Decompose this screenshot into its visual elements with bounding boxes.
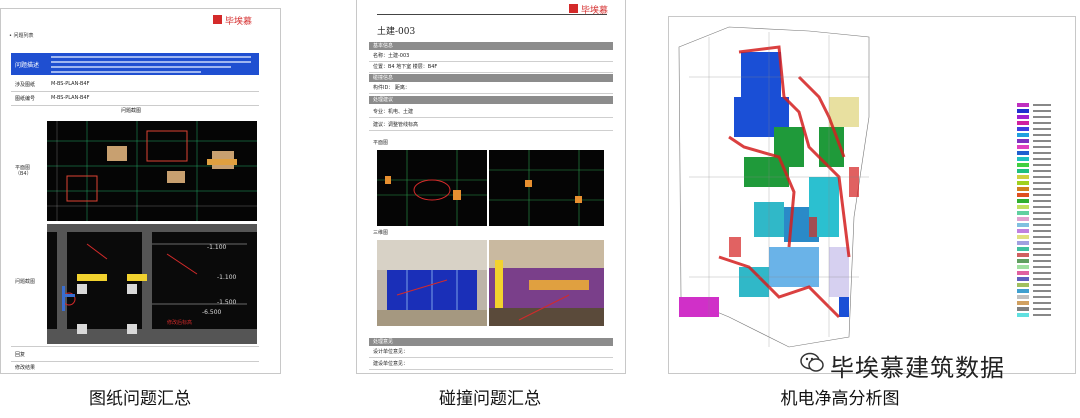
row-f: 设计单位意见： bbox=[369, 347, 613, 358]
cad-detail: 修改后标高 -1.100 -1.100 -1.500 -6.500 bbox=[47, 224, 257, 344]
section-basic: 基本信息 bbox=[369, 42, 613, 50]
header-row: 问题描述 bbox=[11, 53, 259, 75]
cad-plan-left bbox=[377, 150, 487, 226]
section-opinion: 处理意见 bbox=[369, 338, 613, 346]
row-e: 建议：调整管线标高 bbox=[369, 120, 613, 131]
logo: 毕埃慕 bbox=[213, 15, 263, 27]
collision-issues-document: 毕埃慕 土建-003 基本信息 名称：土建-003 位置：B4 地下室 楼层：B… bbox=[356, 0, 626, 374]
watermark-text: 毕埃慕建筑数据 bbox=[830, 354, 1005, 382]
caption-collision-issues: 碰撞问题汇总 bbox=[439, 389, 541, 409]
caption-drawing-issues: 图纸问题汇总 bbox=[89, 389, 191, 409]
render-3d-left bbox=[377, 240, 487, 326]
drawing-issues-document: 毕埃慕 • 问题列表 问题描述 涉及图纸 M-BS-PLAN-B4F 图纸编号 … bbox=[0, 8, 281, 374]
section-3d: 三维图 bbox=[373, 230, 389, 236]
page-title: 土建-003 bbox=[377, 27, 416, 37]
section-plan: 平面图 bbox=[373, 140, 389, 146]
svg-text:修改后标高: 修改后标高 bbox=[167, 319, 192, 326]
rule-line bbox=[377, 14, 607, 15]
row-b: 位置：B4 地下室 楼层：B4F bbox=[369, 62, 613, 73]
row-g: 建设单位意见： bbox=[369, 359, 613, 370]
row-c: 构件ID： 距离： bbox=[369, 83, 613, 94]
caption-mep-clearance: 机电净高分析图 bbox=[780, 389, 900, 409]
result-row: 修改结果 bbox=[11, 360, 259, 373]
cad-floorplan bbox=[47, 121, 257, 221]
cad-plan-right bbox=[489, 150, 604, 226]
section-collision: 碰撞信息 bbox=[369, 74, 613, 82]
screenshot-label: 问题截图 bbox=[15, 279, 36, 285]
sub-header: 问题截图 bbox=[121, 108, 142, 114]
floorplan-label: 平面图 （B4） bbox=[15, 165, 32, 177]
section-advice: 处理建议 bbox=[369, 96, 613, 104]
legend bbox=[1017, 103, 1067, 353]
row-d: 专业：机电、土建 bbox=[369, 107, 613, 118]
info-row-1: 涉及图纸 M-BS-PLAN-B4F bbox=[11, 77, 259, 92]
wechat-icon bbox=[800, 352, 824, 372]
page-marker: • 问题列表 bbox=[9, 33, 34, 39]
info-row-2: 图纸编号 M-BS-PLAN-B4F bbox=[11, 91, 259, 106]
row-a: 名称：土建-003 bbox=[369, 51, 613, 62]
mep-clearance-map bbox=[668, 16, 1076, 374]
render-3d-right bbox=[489, 240, 604, 326]
